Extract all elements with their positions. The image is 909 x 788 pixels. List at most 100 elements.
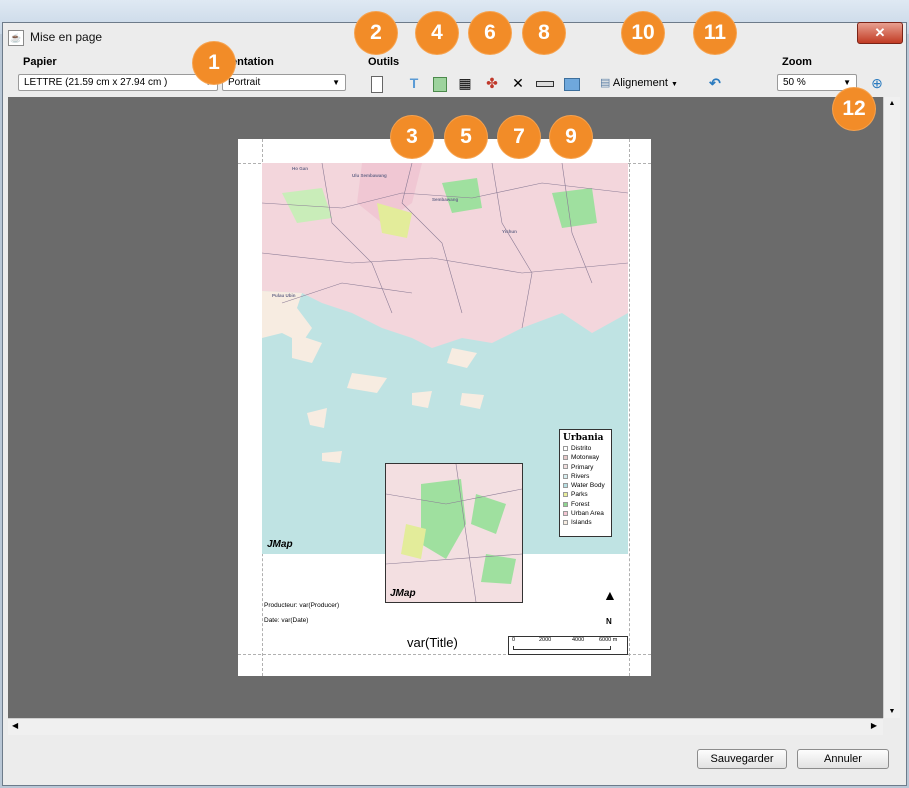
- image-add-icon: [433, 76, 447, 92]
- callout-badge: 3: [391, 116, 433, 158]
- close-button[interactable]: ✕: [857, 22, 903, 44]
- add-image-tool-button[interactable]: [430, 73, 450, 93]
- north-label: N: [606, 617, 612, 626]
- scale-label: 2000: [539, 637, 552, 643]
- alignment-menu-button[interactable]: ▤ Alignement ▼: [600, 73, 695, 93]
- legend-item-label: Primary: [571, 463, 594, 471]
- inset-map-frame[interactable]: JMap: [385, 463, 523, 603]
- callout-badge: 6: [469, 12, 511, 54]
- legend-item: Distrito: [563, 444, 608, 453]
- page-title[interactable]: var(Title): [407, 635, 458, 650]
- north-arrow-icon[interactable]: ▲: [603, 588, 617, 602]
- legend-swatch: [563, 520, 568, 526]
- alignment-label: Alignement: [612, 77, 668, 89]
- legend-item: Islands: [563, 518, 608, 527]
- callout-badge: 10: [622, 12, 664, 54]
- scale-bar-line: [513, 646, 611, 650]
- legend-item: Urban Area: [563, 509, 608, 518]
- undo-button[interactable]: ↶: [705, 73, 725, 93]
- grid-icon: ▦: [458, 75, 472, 91]
- table-tool-button[interactable]: ▦: [455, 73, 475, 93]
- map-place-label: Sembawang: [432, 197, 459, 202]
- callout-badge: 4: [416, 12, 458, 54]
- legend-swatch: [563, 473, 568, 479]
- scale-label: 6000 m: [599, 637, 618, 643]
- fit-zoom-button[interactable]: ⊕: [867, 73, 887, 93]
- legend-swatch: [563, 501, 568, 507]
- page-icon: [371, 75, 383, 93]
- legend-item-label: Motorway: [571, 454, 600, 462]
- scale-label: 4000: [572, 637, 585, 643]
- scroll-up-icon[interactable]: ▲: [884, 100, 900, 107]
- paper-size-value: LETTRE (21.59 cm x 27.94 cm ): [24, 77, 168, 88]
- producer-text[interactable]: Producteur: var(Producer): [264, 602, 339, 609]
- date-text[interactable]: Date: var(Date): [264, 617, 308, 624]
- callout-badge: 7: [498, 116, 540, 158]
- legend-item-label: Islands: [571, 519, 592, 527]
- vertical-scrollbar[interactable]: ▲ ▼: [883, 97, 900, 718]
- callout-badge: 5: [445, 116, 487, 158]
- jmap-logo: JMap: [267, 539, 293, 550]
- north-arrow-tool-button[interactable]: ✕: [508, 73, 528, 93]
- orientation-select[interactable]: Portrait ▼: [222, 74, 346, 91]
- callout-badge: 1: [193, 42, 235, 84]
- paper-label: Papier: [23, 56, 57, 68]
- scroll-down-icon[interactable]: ▼: [884, 708, 900, 715]
- north-arrow-icon: ✕: [512, 75, 524, 91]
- map-place-label: Yishun: [502, 229, 517, 234]
- legend-item: Motorway: [563, 453, 608, 462]
- callout-badge: 11: [694, 12, 736, 54]
- scroll-right-icon[interactable]: ▶: [871, 721, 877, 730]
- legend-item: Primary: [563, 463, 608, 472]
- legend-item-label: Forest: [571, 500, 590, 508]
- chevron-down-icon: ▼: [332, 78, 340, 87]
- page-tool-button[interactable]: [367, 73, 387, 93]
- inset-map-image: [386, 464, 522, 602]
- legend-item: Water Body: [563, 481, 608, 490]
- legend-item-label: Parks: [571, 491, 588, 499]
- callout-badge: 9: [550, 116, 592, 158]
- legend-item-label: Water Body: [571, 482, 605, 490]
- legend-swatch: [563, 492, 568, 498]
- legend-title: Urbania: [563, 433, 604, 443]
- paper-size-select[interactable]: LETTRE (21.59 cm x 27.94 cm ) ▼: [18, 74, 218, 91]
- scroll-left-icon[interactable]: ◀: [12, 721, 18, 730]
- legend-swatch: [563, 445, 568, 451]
- map-place-label: Ulu Sembawang: [352, 173, 387, 178]
- legend-items: Distrito Motorway Primary Rivers Water Body P…: [563, 444, 608, 528]
- legend-item-label: Urban Area: [571, 510, 604, 518]
- text-tool-button[interactable]: T: [404, 73, 424, 93]
- legend-swatch: [563, 464, 568, 470]
- window-title: Mise en page: [30, 30, 103, 44]
- crosshair-icon: ⊕: [871, 75, 883, 91]
- legend-swatch: [563, 455, 568, 461]
- callout-badge: 12: [833, 88, 875, 130]
- legend-icon: ✤: [486, 75, 498, 91]
- scale-bar[interactable]: 0 2000 4000 6000 m: [508, 636, 628, 655]
- legend-item: Rivers: [563, 472, 608, 481]
- map-place-label: Ho Gan: [292, 166, 309, 171]
- tools-label: Outils: [368, 56, 400, 68]
- java-icon: ☕: [8, 30, 24, 46]
- add-map-tool-button[interactable]: [562, 73, 582, 93]
- zoom-label: Zoom: [782, 56, 812, 68]
- zoom-value: 50 %: [783, 77, 806, 88]
- callout-badge: 2: [355, 12, 397, 54]
- map-legend[interactable]: Urbania Distrito Motorway Primary Rivers Wat…: [559, 429, 612, 537]
- save-button[interactable]: Sauvegarder: [697, 749, 787, 769]
- legend-tool-button[interactable]: ✤: [482, 73, 502, 93]
- legend-item-label: Rivers: [571, 472, 590, 480]
- text-icon: T: [409, 75, 419, 91]
- callout-badge: 8: [523, 12, 565, 54]
- inset-jmap-logo: JMap: [390, 588, 416, 599]
- legend-item-label: Distrito: [571, 445, 592, 452]
- map-add-icon: [564, 77, 580, 91]
- legend-swatch: [563, 482, 568, 488]
- chevron-down-icon: ▼: [670, 81, 678, 88]
- zoom-select[interactable]: 50 % ▼: [777, 74, 857, 91]
- scale-bar-tool-button[interactable]: [535, 73, 555, 93]
- horizontal-scrollbar[interactable]: ◀ ▶: [8, 718, 883, 735]
- cancel-button[interactable]: Annuler: [797, 749, 889, 769]
- scale-bar-icon: [536, 81, 554, 88]
- map-place-label: Pulau Ubin: [272, 293, 296, 298]
